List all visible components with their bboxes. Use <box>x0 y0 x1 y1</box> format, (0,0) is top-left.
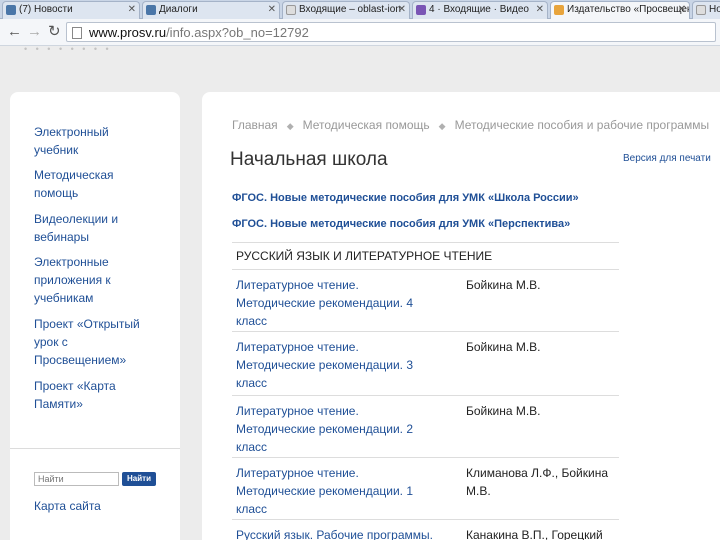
mail-icon <box>416 5 426 15</box>
page-icon <box>72 27 82 39</box>
close-icon[interactable]: ✕ <box>398 2 406 18</box>
top-nav-faded: • • • • • • • • <box>24 44 112 54</box>
tab-inbox[interactable]: Входящие – oblast-ion ✕ <box>282 1 410 19</box>
tab-title: (7) Новости <box>19 4 73 15</box>
tab-dialogs[interactable]: Диалоги ✕ <box>142 1 280 19</box>
tab-strip: (7) Новости ✕ Диалоги ✕ Входящие – oblas… <box>0 0 720 19</box>
tab-title: Издательство «Просвещение» <box>567 4 689 15</box>
prosv-icon <box>554 5 564 15</box>
sidebar-item-e-textbook[interactable]: Электронный учебник <box>34 123 154 159</box>
manual-link[interactable]: Русский язык. Рабочие программы. <box>236 526 436 540</box>
manual-author: Канакина В.П., Горецкий <box>466 528 603 540</box>
table-row: Русский язык. Рабочие программы. Канакин… <box>232 520 619 540</box>
page-title: Начальная школа <box>230 149 388 170</box>
manual-link[interactable]: Литературное чтение. Методические рекоме… <box>236 402 436 456</box>
manual-link[interactable]: Литературное чтение. Методические рекоме… <box>236 276 436 330</box>
tab-inbox-video[interactable]: 4 · Входящие · Видео ✕ <box>412 1 548 19</box>
sidebar-divider <box>10 448 180 449</box>
address-bar[interactable]: www.prosv.ru/info.aspx?ob_no=12792 <box>66 22 716 42</box>
close-icon[interactable]: ✕ <box>268 2 276 18</box>
tab-title: Новая <box>709 4 720 15</box>
sidebar-item-open-lesson[interactable]: Проект «Открытый урок с Просвещением» <box>34 315 154 369</box>
page-icon <box>286 5 296 15</box>
vk-icon <box>6 5 16 15</box>
url-path: /info.aspx?ob_no=12792 <box>166 25 309 40</box>
diamond-separator-icon: ◆ <box>286 121 294 131</box>
address-toolbar: ← → ↻ www.prosv.ru/info.aspx?ob_no=12792 <box>0 19 720 46</box>
tab-title: 4 · Входящие · Видео <box>429 4 529 15</box>
browser-window: (7) Новости ✕ Диалоги ✕ Входящие – oblas… <box>0 0 720 540</box>
print-version-link[interactable]: Версия для печати <box>623 153 711 164</box>
forward-arrow-icon[interactable]: → <box>27 24 42 40</box>
sidebar-item-methodical-help[interactable]: Методическая помощь <box>34 166 154 202</box>
tab-prosv[interactable]: Издательство «Просвещение» ✕ <box>550 1 690 19</box>
manual-link[interactable]: Литературное чтение. Методические рекоме… <box>236 338 436 392</box>
table-row: Литературное чтение. Методические рекоме… <box>232 458 619 520</box>
content-panel: Главная ◆ Методическая помощь ◆ Методические… <box>202 92 720 540</box>
tab-news[interactable]: (7) Новости ✕ <box>2 1 140 19</box>
page-icon <box>696 5 706 15</box>
section-title: РУССКИЙ ЯЗЫК И ЛИТЕРАТУРНОЕ ЧТЕНИЕ <box>232 242 619 270</box>
back-arrow-icon[interactable]: ← <box>7 24 22 40</box>
table-row: Литературное чтение. Методические рекоме… <box>232 332 619 396</box>
sidebar-item-video-lectures[interactable]: Видеолекции и вебинары <box>34 210 154 246</box>
fgos-link-perspective[interactable]: ФГОС. Новые методические пособия для УМК… <box>232 218 570 230</box>
search-input[interactable] <box>34 472 119 486</box>
close-icon[interactable]: ✕ <box>678 2 686 18</box>
tab-title: Входящие – oblast-ion <box>299 4 401 15</box>
reload-icon[interactable]: ↻ <box>48 24 61 40</box>
breadcrumb-manuals[interactable]: Методические пособия и рабочие программы <box>455 118 709 132</box>
table-row: Литературное чтение. Методические рекоме… <box>232 396 619 458</box>
url-text: www.prosv.ru/info.aspx?ob_no=12792 <box>89 25 309 41</box>
sidebar-item-e-supplements[interactable]: Электронные приложения к учебникам <box>34 253 154 307</box>
manual-author: Бойкина М.В. <box>466 404 541 418</box>
diamond-separator-icon: ◆ <box>438 121 446 131</box>
breadcrumb-methodical-help[interactable]: Методическая помощь <box>303 118 430 132</box>
vk-icon <box>146 5 156 15</box>
fgos-link-school-of-russia[interactable]: ФГОС. Новые методические пособия для УМК… <box>232 192 579 204</box>
breadcrumb: Главная ◆ Методическая помощь ◆ Методические… <box>232 118 709 132</box>
manual-author: Климанова Л.Ф., Бойкина М.В. <box>466 466 609 498</box>
close-icon[interactable]: ✕ <box>128 2 136 18</box>
manual-author: Бойкина М.В. <box>466 340 541 354</box>
manual-author: Бойкина М.В. <box>466 278 541 292</box>
url-host: www.prosv.ru <box>89 25 167 40</box>
sitemap-link[interactable]: Карта сайта <box>34 499 101 513</box>
tab-new[interactable]: Новая <box>692 1 720 19</box>
sidebar-item-memory-map[interactable]: Проект «Карта Памяти» <box>34 377 154 413</box>
table-row: Литературное чтение. Методические рекоме… <box>232 270 619 332</box>
tab-title: Диалоги <box>159 4 198 15</box>
breadcrumb-home[interactable]: Главная <box>232 118 278 132</box>
left-sidebar: Электронный учебник Методическая помощь … <box>10 92 180 540</box>
close-icon[interactable]: ✕ <box>536 2 544 18</box>
search-button[interactable]: Найти <box>122 472 156 486</box>
manual-link[interactable]: Литературное чтение. Методические рекоме… <box>236 464 436 518</box>
